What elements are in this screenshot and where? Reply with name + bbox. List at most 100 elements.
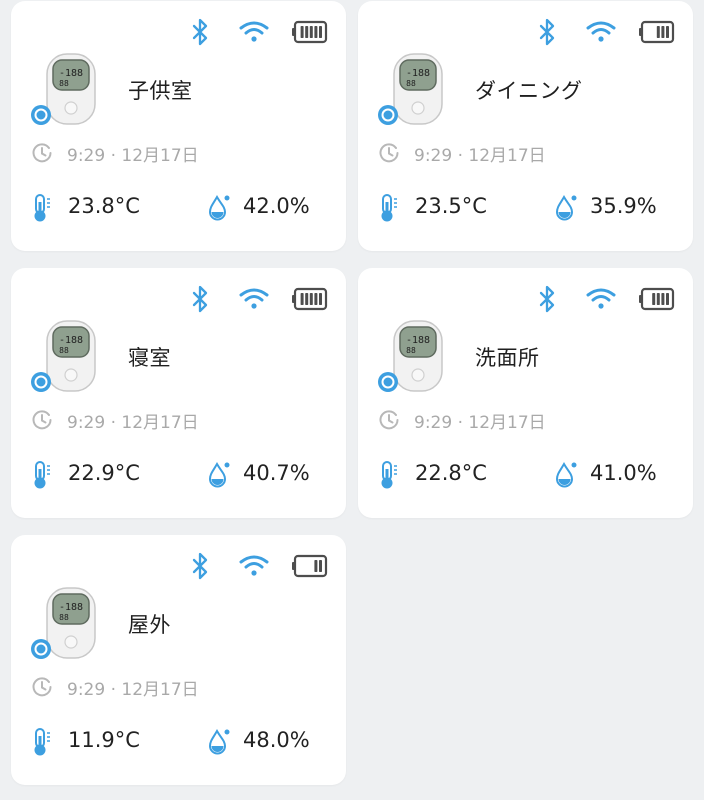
thermometer-icon [34, 728, 50, 756]
bluetooth-icon [539, 18, 555, 46]
battery-level-bar [661, 293, 665, 305]
battery-icon [639, 20, 675, 44]
bluetooth-icon [192, 285, 208, 313]
battery-level-bar [314, 560, 318, 572]
humidity-value: 41.0% [590, 461, 657, 485]
last-updated: 9:29 · 12月17日 [31, 675, 199, 700]
thermometer-device-image: -188 88 [378, 53, 443, 125]
room-name: 子供室 [128, 79, 193, 103]
humidity-value: 42.0% [243, 194, 310, 218]
clock-icon [32, 677, 52, 697]
room-name: 洗面所 [475, 346, 540, 370]
bluetooth-icon [539, 285, 555, 313]
status-bar [188, 551, 328, 581]
temperature-value: 11.9°C [68, 728, 140, 752]
status-bar [535, 17, 675, 47]
thermometer-icon [34, 194, 50, 222]
sensor-card-kids-room[interactable]: -188 88 子供室 9:29 · 12月17日 23.8°C 42.0% [11, 1, 346, 251]
svg-text:88: 88 [59, 613, 69, 622]
last-updated-text: 9:29 · 12月17日 [414, 145, 546, 166]
battery-icon [292, 554, 328, 578]
sensor-card-bedroom[interactable]: -188 88 寝室 9:29 · 12月17日 22.9°C 40.7% [11, 268, 346, 518]
sensor-card-dining[interactable]: -188 88 ダイニング 9:29 · 12月17日 23.5°C 35.9% [358, 1, 693, 251]
svg-text:-188: -188 [406, 335, 430, 346]
humidity-drop-icon [555, 194, 577, 221]
humidity-drop-icon [208, 194, 230, 221]
room-name: 寝室 [128, 346, 171, 370]
room-name: ダイニング [475, 79, 583, 103]
svg-text:-188: -188 [59, 602, 83, 613]
readings: 23.8°C 42.0% [31, 189, 331, 225]
last-updated-text: 9:29 · 12月17日 [67, 412, 199, 433]
humidity-drop-icon [208, 461, 230, 488]
battery-level-bar [300, 293, 304, 305]
wifi-icon [239, 21, 269, 42]
temperature-value: 23.5°C [415, 194, 487, 218]
last-updated-text: 9:29 · 12月17日 [67, 145, 199, 166]
bluetooth-icon [192, 18, 208, 46]
thermometer-icon [381, 461, 397, 489]
wifi-icon [239, 288, 269, 309]
battery-level-bar [652, 293, 656, 305]
humidity-value: 48.0% [243, 728, 310, 752]
svg-text:-188: -188 [59, 335, 83, 346]
battery-level-bar [314, 26, 318, 38]
thermometer-icon [34, 461, 50, 489]
humidity-value: 35.9% [590, 194, 657, 218]
status-bar [188, 284, 328, 314]
last-updated-text: 9:29 · 12月17日 [67, 679, 199, 700]
battery-level-bar [656, 26, 660, 38]
thermometer-icon [381, 194, 397, 222]
last-updated: 9:29 · 12月17日 [378, 408, 546, 433]
last-updated: 9:29 · 12月17日 [378, 141, 546, 166]
last-updated: 9:29 · 12月17日 [31, 408, 199, 433]
humidity-drop-icon [555, 461, 577, 488]
battery-icon [292, 287, 328, 311]
battery-icon [639, 287, 675, 311]
battery-level-bar [656, 293, 660, 305]
readings: 11.9°C 48.0% [31, 723, 331, 759]
room-name: 屋外 [128, 613, 171, 637]
status-bar [188, 17, 328, 47]
battery-level-bar [319, 293, 322, 305]
svg-text:88: 88 [59, 346, 69, 355]
wifi-icon [239, 555, 269, 576]
bluetooth-icon [192, 552, 208, 580]
svg-text:88: 88 [406, 79, 416, 88]
last-updated: 9:29 · 12月17日 [31, 141, 199, 166]
svg-text:-188: -188 [59, 68, 83, 79]
battery-level-bar [305, 293, 309, 305]
wifi-icon [586, 288, 616, 309]
svg-text:88: 88 [406, 346, 416, 355]
clock-icon [379, 143, 399, 163]
readings: 22.9°C 40.7% [31, 456, 331, 492]
readings: 23.5°C 35.9% [378, 189, 678, 225]
sensor-card-washroom[interactable]: -188 88 洗面所 9:29 · 12月17日 22.8°C 41.0% [358, 268, 693, 518]
temperature-value: 22.8°C [415, 461, 487, 485]
battery-level-bar [314, 293, 318, 305]
battery-level-bar [309, 26, 313, 38]
clock-icon [32, 143, 52, 163]
thermometer-device-image: -188 88 [31, 587, 96, 659]
battery-level-bar [309, 293, 313, 305]
status-bar [535, 284, 675, 314]
battery-level-bar [300, 26, 304, 38]
clock-icon [32, 410, 52, 430]
battery-level-bar [661, 26, 665, 38]
battery-icon [292, 20, 328, 44]
battery-level-bar [666, 26, 669, 38]
thermometer-device-image: -188 88 [378, 320, 443, 392]
battery-level-bar [305, 26, 309, 38]
thermometer-device-image: -188 88 [31, 53, 96, 125]
temperature-value: 22.9°C [68, 461, 140, 485]
last-updated-text: 9:29 · 12月17日 [414, 412, 546, 433]
humidity-drop-icon [208, 728, 230, 755]
battery-level-bar [666, 293, 669, 305]
humidity-value: 40.7% [243, 461, 310, 485]
temperature-value: 23.8°C [68, 194, 140, 218]
svg-text:-188: -188 [406, 68, 430, 79]
sensor-card-outdoor[interactable]: -188 88 屋外 9:29 · 12月17日 11.9°C 48.0% [11, 535, 346, 785]
clock-icon [379, 410, 399, 430]
battery-level-bar [319, 560, 322, 572]
wifi-icon [586, 21, 616, 42]
